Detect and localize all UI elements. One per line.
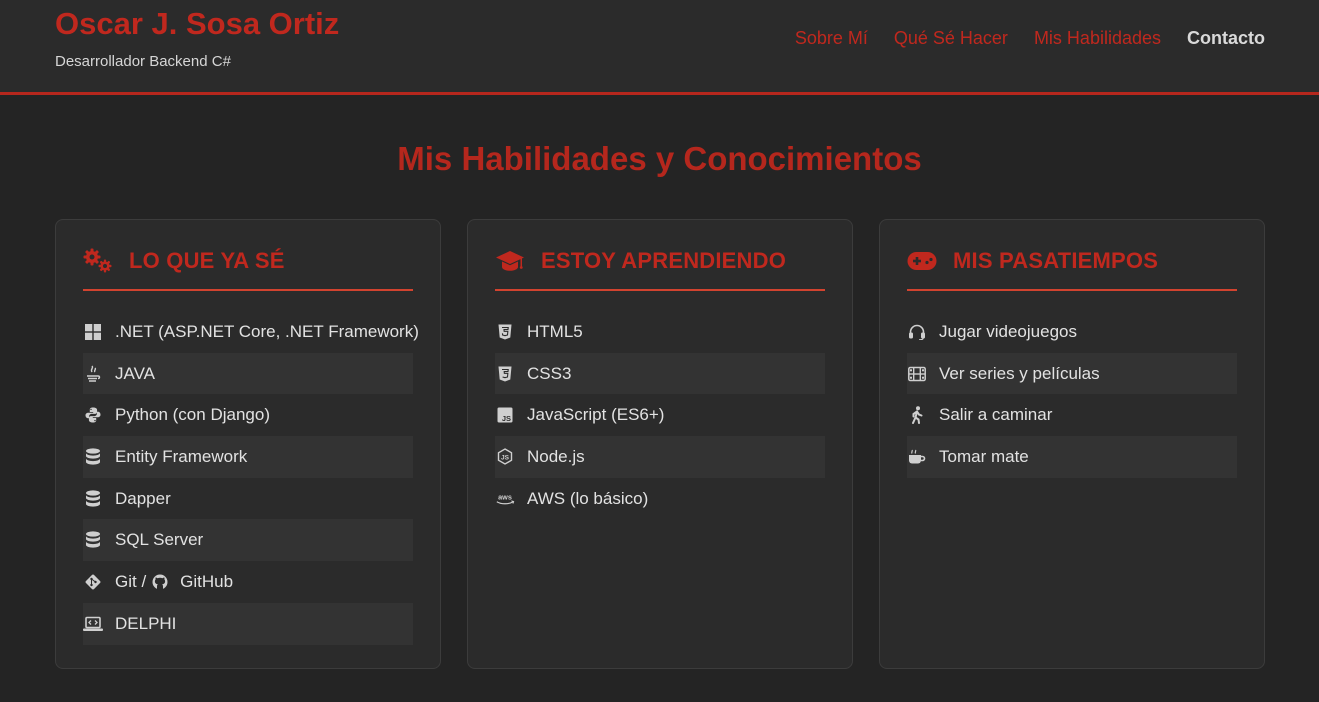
list-item-label-github: GitHub bbox=[180, 571, 234, 591]
list-item: JS JavaScript (ES6+) bbox=[495, 394, 825, 436]
list-item: SQL Server bbox=[83, 519, 413, 562]
list-item-label: CSS3 bbox=[527, 363, 572, 383]
list-item-label: AWS (lo básico) bbox=[527, 488, 649, 508]
card-title: ESTOY APRENDIENDO bbox=[541, 247, 787, 273]
list-item: Python (con Django) bbox=[83, 394, 413, 436]
site-owner-name: Oscar J. Sosa Ortiz bbox=[55, 6, 340, 41]
card-header: ESTOY APRENDIENDO bbox=[495, 220, 825, 291]
site-header: Oscar J. Sosa Ortiz Desarrollador Backen… bbox=[0, 0, 1319, 95]
list-item-label: HTML5 bbox=[527, 321, 583, 341]
nav-link-que-se-hacer[interactable]: Qué Sé Hacer bbox=[894, 28, 1008, 49]
headset-icon bbox=[907, 322, 927, 342]
list-item: Jugar videojuegos bbox=[907, 311, 1237, 353]
list-item: Ver series y películas bbox=[907, 352, 1237, 395]
list-item: Dapper bbox=[83, 478, 413, 520]
database-icon bbox=[83, 530, 103, 550]
hobbies-list: Jugar videojuegos Ver series y películas… bbox=[907, 311, 1237, 478]
list-item: .NET (ASP.NET Core, .NET Framework) bbox=[83, 311, 419, 353]
skills-list: .NET (ASP.NET Core, .NET Framework) JAVA… bbox=[83, 311, 419, 645]
card-mis-pasatiempos: MIS PASATIEMPOS Jugar videojuegos Ver se… bbox=[879, 219, 1265, 669]
css3-icon bbox=[495, 364, 515, 384]
list-item-label: Ver series y películas bbox=[939, 363, 1100, 383]
list-item: DELPHI bbox=[83, 602, 413, 645]
list-item-label: Jugar videojuegos bbox=[939, 321, 1077, 341]
card-estoy-aprendiendo: ESTOY APRENDIENDO HTML5 CSS3 JS JavaScri… bbox=[467, 219, 853, 669]
java-icon bbox=[83, 364, 103, 384]
section-title: Mis Habilidades y Conocimientos bbox=[397, 140, 922, 177]
nav-link-contacto[interactable]: Contacto bbox=[1187, 28, 1265, 49]
list-item: Entity Framework bbox=[83, 436, 413, 478]
card-header: LO QUE YA SÉ bbox=[83, 220, 413, 291]
list-item-label: Salir a caminar bbox=[939, 405, 1053, 425]
list-item-label: JAVA bbox=[115, 363, 155, 383]
list-item: JAVA bbox=[83, 352, 413, 395]
js-icon: JS bbox=[495, 405, 515, 425]
database-icon bbox=[83, 489, 103, 509]
svg-text:JS: JS bbox=[501, 455, 510, 462]
list-item-label: JavaScript (ES6+) bbox=[527, 405, 665, 425]
list-item-label: Entity Framework bbox=[115, 446, 248, 466]
walking-icon bbox=[907, 405, 927, 425]
list-item: aws AWS (lo básico) bbox=[495, 478, 825, 520]
svg-text:aws: aws bbox=[498, 492, 512, 501]
card-lo-que-ya-se: LO QUE YA SÉ .NET (ASP.NET Core, .NET Fr… bbox=[55, 219, 441, 669]
list-item-label: .NET (ASP.NET Core, .NET Framework) bbox=[115, 321, 419, 341]
graduation-cap-icon bbox=[495, 246, 525, 276]
list-item: Git / GitHub bbox=[83, 561, 413, 603]
list-item: HTML5 bbox=[495, 311, 825, 353]
list-item: Tomar mate bbox=[907, 436, 1237, 478]
nav-link-mis-habilidades[interactable]: Mis Habilidades bbox=[1034, 28, 1161, 49]
card-header: MIS PASATIEMPOS bbox=[907, 220, 1237, 291]
github-icon bbox=[152, 574, 168, 590]
film-icon bbox=[907, 364, 927, 384]
python-icon bbox=[83, 405, 103, 425]
list-item: CSS3 bbox=[495, 352, 825, 395]
learning-list: HTML5 CSS3 JS JavaScript (ES6+) JS Node.… bbox=[495, 311, 825, 519]
site-owner-role: Desarrollador Backend C# bbox=[55, 53, 231, 70]
list-item-label: Node.js bbox=[527, 446, 585, 466]
list-item: Salir a caminar bbox=[907, 394, 1237, 436]
html5-icon bbox=[495, 322, 515, 342]
list-item-label: Tomar mate bbox=[939, 446, 1029, 466]
nav-link-sobre-mi[interactable]: Sobre Mí bbox=[795, 28, 868, 49]
card-title: MIS PASATIEMPOS bbox=[953, 247, 1159, 273]
gears-icon bbox=[83, 246, 113, 276]
list-item-label-git: Git / bbox=[115, 571, 147, 591]
list-item-label: SQL Server bbox=[115, 530, 204, 550]
gamepad-icon bbox=[907, 246, 937, 276]
list-item-label: Dapper bbox=[115, 488, 171, 508]
mug-icon bbox=[907, 447, 927, 467]
svg-text:JS: JS bbox=[502, 414, 511, 423]
database-icon bbox=[83, 447, 103, 467]
git-icon bbox=[83, 572, 103, 592]
list-item: JS Node.js bbox=[495, 436, 825, 478]
list-item-label: DELPHI bbox=[115, 613, 177, 633]
nodejs-icon: JS bbox=[495, 447, 515, 467]
card-title: LO QUE YA SÉ bbox=[129, 247, 285, 273]
aws-icon: aws bbox=[495, 489, 515, 509]
main-nav: Sobre Mí Qué Sé Hacer Mis Habilidades Co… bbox=[795, 28, 1265, 49]
windows-icon bbox=[83, 322, 103, 342]
list-item-label: Python (con Django) bbox=[115, 405, 270, 425]
laptop-code-icon bbox=[83, 614, 103, 634]
